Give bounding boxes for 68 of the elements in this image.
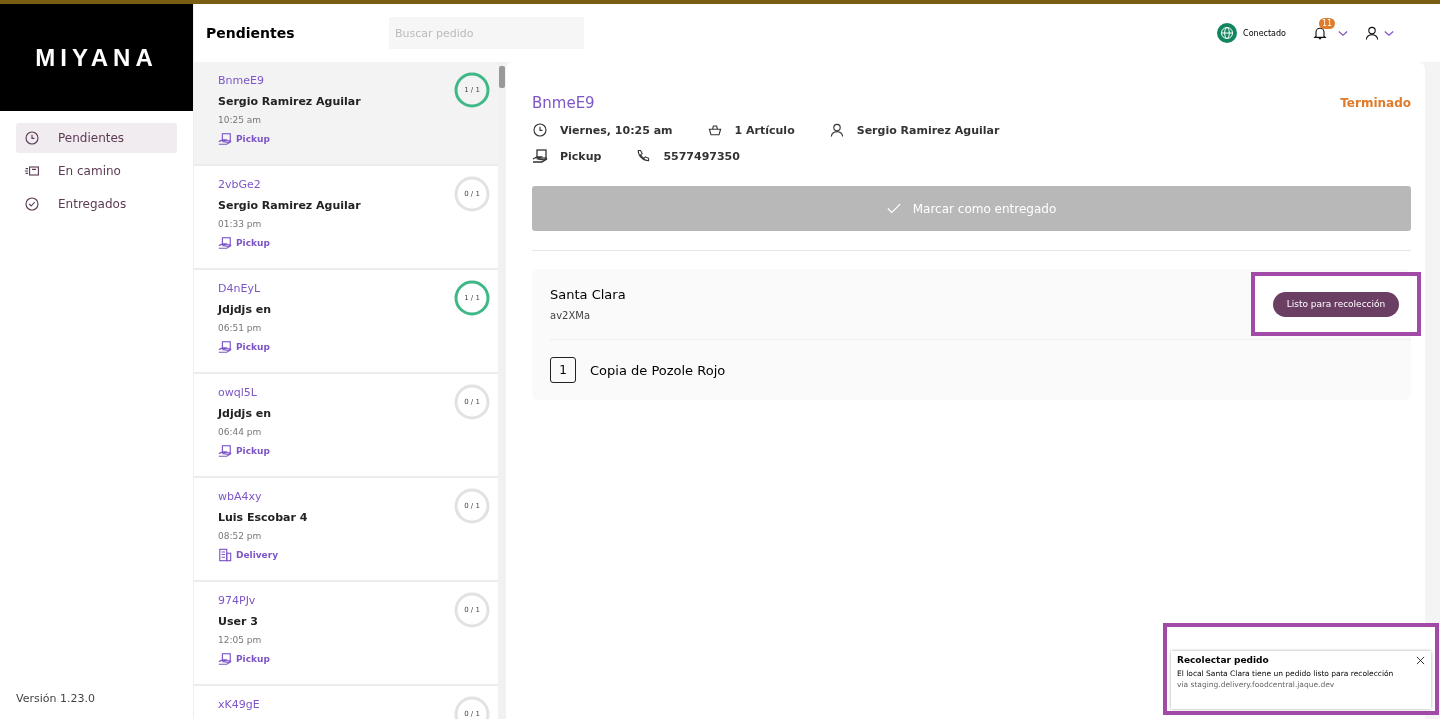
- order-time: 08:52 pm: [218, 531, 263, 541]
- order-code: 2vbGe2: [218, 178, 262, 191]
- toast-title: Recolectar pedido: [1177, 655, 1270, 665]
- order-status: Terminado: [1340, 96, 1411, 110]
- order-type: Pickup: [236, 238, 270, 248]
- customer-name: Sergio Ramirez Aguilar: [218, 199, 361, 212]
- pickup-icon: [532, 148, 548, 164]
- building-icon: [218, 548, 232, 562]
- nav-item[interactable]: En camino: [16, 156, 177, 186]
- customer-name: Luis Escobar 4: [218, 511, 308, 524]
- customer-name: Sergio Ramirez Aguilar: [856, 123, 1000, 137]
- phone-icon: [635, 148, 652, 164]
- order-type: Pickup: [560, 149, 602, 163]
- pickup-icon: [218, 652, 232, 666]
- order-time: 01:33 pm: [218, 219, 263, 229]
- pickup-icon: [218, 340, 232, 354]
- store-code: av2XMa: [550, 310, 591, 321]
- clock-icon: [24, 130, 40, 146]
- package-icon: [24, 163, 40, 179]
- store-name: Santa Clara: [550, 287, 626, 302]
- chevron-down-icon[interactable]: [1338, 29, 1348, 37]
- check-icon: [886, 203, 901, 214]
- user-icon: [828, 122, 845, 138]
- user-icon[interactable]: [1364, 25, 1380, 41]
- order-code: 974PJv: [218, 594, 257, 607]
- item-count: 1 Artículo: [734, 123, 795, 137]
- connection-status: Conectado: [1243, 28, 1286, 38]
- version-label: Versión 1.23.0: [15, 692, 96, 707]
- order-type: Pickup: [236, 654, 270, 664]
- order-code: BnmeE9: [532, 94, 595, 112]
- page-title: Pendientes: [206, 25, 296, 41]
- quantity-box: 1: [550, 357, 576, 383]
- pickup-icon: [218, 236, 232, 250]
- customer-name: Jdjdjs en: [218, 407, 272, 420]
- order-code: xK49gE: [218, 698, 260, 711]
- order-code: owql5L: [218, 386, 258, 399]
- customer-name: Jdjdjs en: [218, 303, 272, 316]
- ready-button[interactable]: Listo para recolección: [1272, 291, 1400, 317]
- order-time: 10:25 am: [218, 115, 263, 125]
- order-time: 06:44 pm: [218, 427, 263, 437]
- order-time: 06:51 pm: [218, 323, 263, 333]
- notification-badge: 11: [1319, 18, 1336, 29]
- customer-name: Sergio Ramirez Aguilar: [218, 95, 361, 108]
- product-name: Copia de Pozole Rojo: [590, 362, 726, 378]
- order-date: Viernes, 10:25 am: [560, 123, 673, 137]
- brand-logo: MIYANA: [0, 4, 193, 111]
- order-type: Delivery: [236, 550, 279, 560]
- check-circle-icon: [24, 196, 40, 212]
- scrollbar[interactable]: [498, 62, 506, 719]
- order-type: Pickup: [236, 446, 270, 456]
- basket-icon: [706, 122, 723, 138]
- nav-item[interactable]: Entregados: [16, 189, 177, 219]
- order-time: 12:05 pm: [218, 635, 263, 645]
- globe-icon: [1217, 23, 1238, 43]
- pickup-icon: [218, 132, 232, 146]
- phone-number: 5577497350: [663, 149, 740, 163]
- order-type: Pickup: [236, 134, 270, 144]
- pickup-icon: [218, 444, 232, 458]
- customer-name: User 3: [218, 615, 259, 628]
- clock-icon: [532, 122, 548, 138]
- chevron-down-icon[interactable]: [1384, 29, 1394, 37]
- order-type: Pickup: [236, 342, 270, 352]
- search-field[interactable]: Buscar pedido: [389, 17, 584, 49]
- order-code: BnmeE9: [218, 74, 265, 87]
- order-code: D4nEyL: [218, 282, 262, 295]
- close-icon[interactable]: [1416, 656, 1425, 665]
- nav-item[interactable]: Pendientes: [16, 123, 177, 153]
- order-code: wbA4xy: [218, 490, 263, 503]
